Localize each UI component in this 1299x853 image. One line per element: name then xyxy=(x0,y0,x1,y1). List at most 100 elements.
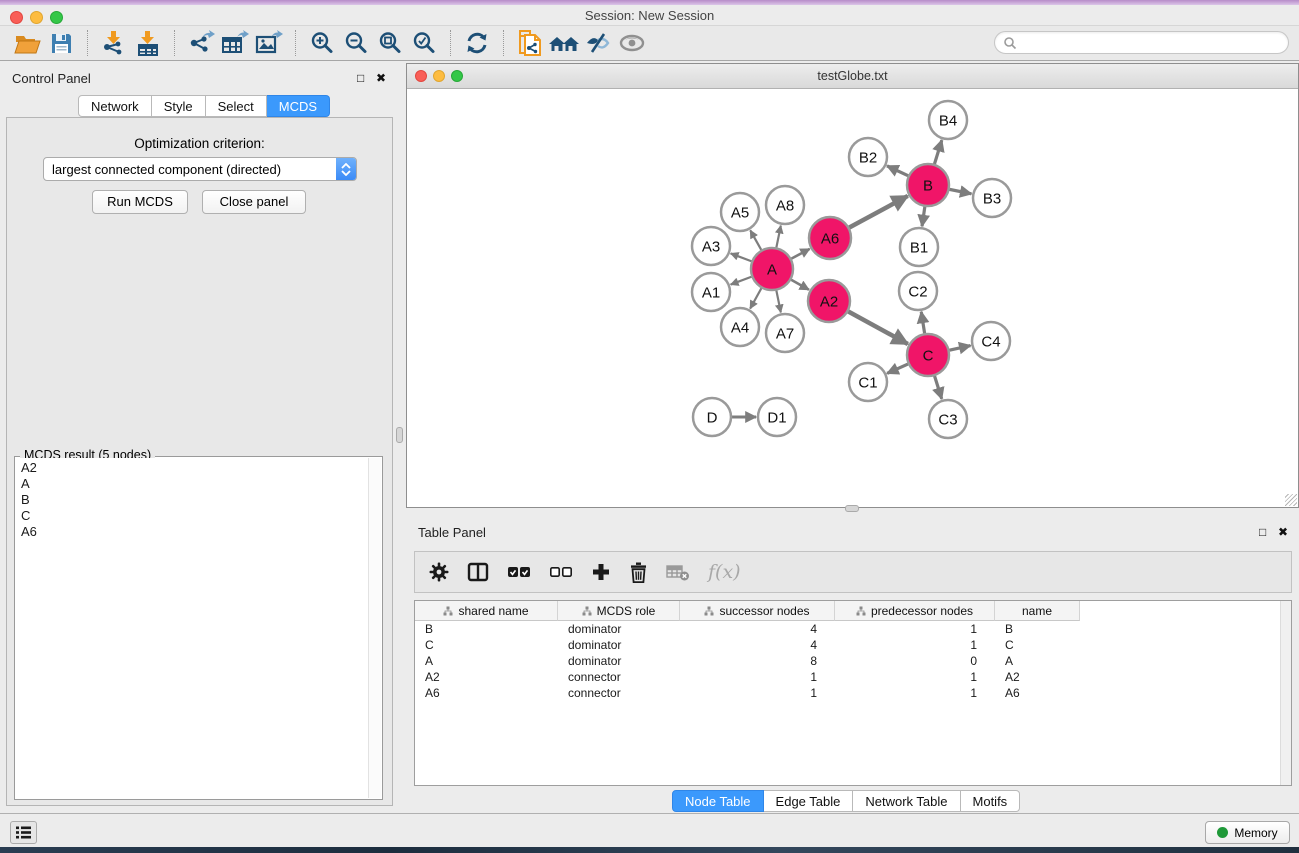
control-panel-close-icon[interactable]: ✖ xyxy=(376,71,386,85)
network-canvas[interactable]: B4B2BB3A5A8A6A3B1AA1C2A2A4A7C4CC1C3DD1 xyxy=(407,89,1298,507)
show-selected-icon[interactable] xyxy=(615,28,649,58)
table-row[interactable]: Adominator80A xyxy=(415,653,1291,669)
table-panel-close-icon[interactable]: ✖ xyxy=(1278,525,1288,539)
add-column-icon[interactable] xyxy=(591,562,611,582)
table-row[interactable]: A2connector11A2 xyxy=(415,669,1291,685)
graph-edge-A-A6[interactable] xyxy=(791,249,809,259)
mcds-result-item[interactable]: A xyxy=(21,476,368,492)
column-header-MCDS-role[interactable]: MCDS role xyxy=(558,601,680,621)
graph-edge-C-C2[interactable] xyxy=(921,312,924,334)
graph-edge-A-A1[interactable] xyxy=(731,277,752,285)
table-cell[interactable]: connector xyxy=(558,669,680,685)
graph-edge-A-A3[interactable] xyxy=(731,253,752,261)
table-cell[interactable]: 1 xyxy=(835,621,995,637)
column-header-predecessor-nodes[interactable]: predecessor nodes xyxy=(835,601,995,621)
settings-gear-icon[interactable] xyxy=(429,562,449,582)
tab-network-table[interactable]: Network Table xyxy=(853,790,960,812)
table-cell[interactable]: 1 xyxy=(680,685,835,701)
network-window-titlebar[interactable]: testGlobe.txt xyxy=(407,64,1298,89)
tab-motifs[interactable]: Motifs xyxy=(961,790,1021,812)
close-panel-button[interactable]: Close panel xyxy=(202,190,306,214)
delete-column-icon[interactable] xyxy=(629,562,648,583)
table-cell[interactable]: A xyxy=(995,653,1080,669)
memory-button[interactable]: Memory xyxy=(1205,821,1290,844)
zoom-selected-icon[interactable] xyxy=(407,28,441,58)
table-cell[interactable]: 8 xyxy=(680,653,835,669)
tab-select[interactable]: Select xyxy=(206,95,267,117)
search-field[interactable] xyxy=(994,31,1289,54)
tab-style[interactable]: Style xyxy=(152,95,206,117)
table-cell[interactable]: 4 xyxy=(680,637,835,653)
graph-edge-A-A7[interactable] xyxy=(776,291,780,313)
import-table-icon[interactable] xyxy=(131,28,165,58)
table-cell[interactable]: A xyxy=(415,653,558,669)
graph-edge-A-A2[interactable] xyxy=(791,280,809,290)
zoom-fit-icon[interactable] xyxy=(373,28,407,58)
table-row[interactable]: A6connector11A6 xyxy=(415,685,1291,701)
graph-edge-B-B3[interactable] xyxy=(950,189,972,193)
export-table-icon[interactable] xyxy=(218,28,252,58)
control-panel-float-icon[interactable]: □ xyxy=(357,71,364,85)
panel-divider-grip[interactable] xyxy=(845,505,859,512)
deselect-all-checkboxes-icon[interactable] xyxy=(549,565,573,579)
column-header-name[interactable]: name xyxy=(995,601,1080,621)
select-all-checkboxes-icon[interactable] xyxy=(507,565,531,579)
graph-edge-B-B4[interactable] xyxy=(934,140,941,164)
table-cell[interactable]: C xyxy=(415,637,558,653)
open-session-icon[interactable] xyxy=(10,28,44,58)
run-mcds-button[interactable]: Run MCDS xyxy=(92,190,188,214)
panel-divider-grip[interactable] xyxy=(396,427,403,443)
table-cell[interactable]: 1 xyxy=(680,669,835,685)
table-cell[interactable]: A6 xyxy=(995,685,1080,701)
table-cell[interactable]: dominator xyxy=(558,637,680,653)
table-panel-float-icon[interactable]: □ xyxy=(1259,525,1266,539)
table-row[interactable]: Cdominator41C xyxy=(415,637,1291,653)
graph-edge-A6-B[interactable] xyxy=(849,196,907,228)
dropdown-stepper-icon[interactable] xyxy=(336,158,356,180)
network-document-icon[interactable] xyxy=(513,28,547,58)
tab-network[interactable]: Network xyxy=(78,95,152,117)
export-network-icon[interactable] xyxy=(184,28,218,58)
graph-edge-B-B2[interactable] xyxy=(887,166,908,176)
zoom-out-icon[interactable] xyxy=(339,28,373,58)
table-cell[interactable]: A2 xyxy=(995,669,1080,685)
save-session-icon[interactable] xyxy=(44,28,78,58)
table-cell[interactable]: dominator xyxy=(558,653,680,669)
table-cell[interactable]: 1 xyxy=(835,637,995,653)
table-scrollbar[interactable] xyxy=(1280,601,1291,785)
home-icon[interactable] xyxy=(547,28,581,58)
import-network-icon[interactable] xyxy=(97,28,131,58)
mcds-result-item[interactable]: C xyxy=(21,508,368,524)
export-image-icon[interactable] xyxy=(252,28,286,58)
search-input[interactable] xyxy=(1017,34,1288,52)
graph-edge-C-C3[interactable] xyxy=(935,376,942,399)
graph-edge-B-B1[interactable] xyxy=(922,207,925,226)
table-cell[interactable]: A6 xyxy=(415,685,558,701)
graph-edge-A-A5[interactable] xyxy=(750,230,761,250)
tab-mcds[interactable]: MCDS xyxy=(267,95,330,117)
table-cell[interactable]: B xyxy=(415,621,558,637)
zoom-in-icon[interactable] xyxy=(305,28,339,58)
table-cell[interactable]: 0 xyxy=(835,653,995,669)
table-row[interactable]: Bdominator41B xyxy=(415,621,1291,637)
graph-edge-A-A4[interactable] xyxy=(750,288,761,308)
mcds-result-scrollbar[interactable] xyxy=(368,458,381,798)
graph-edge-A-A8[interactable] xyxy=(776,226,780,248)
table-cell[interactable]: connector xyxy=(558,685,680,701)
mcds-result-item[interactable]: B xyxy=(21,492,368,508)
table-cell[interactable]: A2 xyxy=(415,669,558,685)
table-cell[interactable]: C xyxy=(995,637,1080,653)
tab-edge-table[interactable]: Edge Table xyxy=(764,790,854,812)
hide-selected-icon[interactable] xyxy=(581,28,615,58)
optimization-criterion-dropdown[interactable]: largest connected component (directed) xyxy=(43,157,357,181)
window-resize-handle[interactable] xyxy=(1285,494,1297,506)
table-cell[interactable]: 1 xyxy=(835,669,995,685)
split-columns-icon[interactable] xyxy=(467,562,489,582)
graph-edge-C-C4[interactable] xyxy=(949,346,970,351)
column-header-successor-nodes[interactable]: successor nodes xyxy=(680,601,835,621)
table-cell[interactable]: 1 xyxy=(835,685,995,701)
refresh-icon[interactable] xyxy=(460,28,494,58)
tab-node-table[interactable]: Node Table xyxy=(672,790,764,812)
graph-edge-C-C1[interactable] xyxy=(887,364,908,373)
table-cell[interactable]: dominator xyxy=(558,621,680,637)
